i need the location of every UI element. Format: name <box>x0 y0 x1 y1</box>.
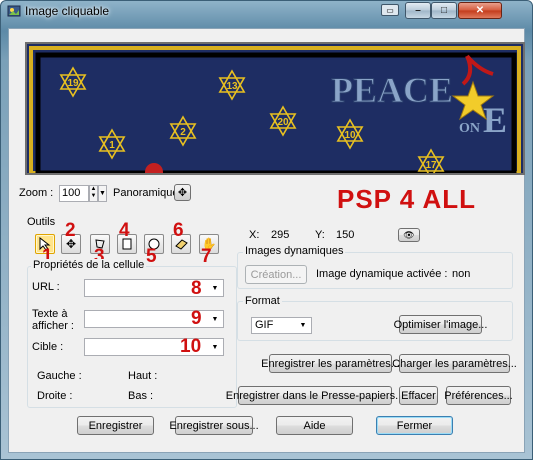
format-title: Format <box>243 295 282 307</box>
target-number: 10 <box>180 336 202 357</box>
image-preview[interactable]: PEACE ON E 19 13 2 20 10 1 17 <box>25 42 525 175</box>
tool-number-7: 7 <box>201 246 212 267</box>
alt-text-label-1: Texte à <box>32 308 68 320</box>
dynamic-active-label: Image dynamique activée : <box>316 268 448 280</box>
y-value: 150 <box>336 229 355 241</box>
help-button[interactable]: Aide <box>276 416 353 435</box>
zoom-spinner[interactable]: ▲ ▼ <box>89 185 98 202</box>
load-params-button[interactable]: Charger les paramètres... <box>392 354 517 373</box>
star-number: 20 <box>277 117 289 128</box>
star-number: 1 <box>109 140 115 151</box>
save-params-button[interactable]: Enregistrer les paramètres... <box>261 354 400 373</box>
y-label: Y: <box>315 229 325 241</box>
cell-properties-title: Propriétés de la cellule <box>31 259 147 271</box>
banner-on: ON <box>459 121 480 136</box>
eye-icon: 👁 <box>403 229 415 240</box>
star-number: 17 <box>425 160 437 171</box>
url-label: URL : <box>32 281 60 293</box>
star-number: 19 <box>67 78 79 89</box>
close-button[interactable]: Fermer <box>376 416 453 435</box>
url-number: 8 <box>191 278 202 299</box>
banner-peace: PEACE <box>331 70 453 110</box>
star-number: 13 <box>226 81 238 92</box>
zoom-label: Zoom : <box>19 187 54 199</box>
star-number: 10 <box>344 130 356 141</box>
target-dropdown-arrow[interactable]: ▼ <box>208 340 222 354</box>
save-as-button[interactable]: Enregistrer sous... <box>169 416 259 435</box>
url-combobox[interactable]: ▼ <box>84 279 224 297</box>
alt-text-number: 9 <box>191 308 202 329</box>
dynamic-active-value: non <box>452 268 471 280</box>
watermark-text: PSP 4 ALL <box>337 184 477 214</box>
format-select[interactable]: GIF ▼ <box>251 317 312 334</box>
clear-button[interactable]: Effacer <box>399 386 438 405</box>
app-icon <box>7 5 21 17</box>
gauche-label: Gauche : <box>37 370 82 382</box>
preferences-button[interactable]: Préférences... <box>444 386 513 405</box>
haut-label: Haut : <box>128 370 158 382</box>
bas-label: Bas : <box>128 390 154 402</box>
minimize-button[interactable]: – <box>405 2 431 19</box>
target-combobox[interactable]: ▼ <box>84 338 224 356</box>
x-value: 295 <box>271 229 290 241</box>
preview-toggle-button[interactable]: 👁 <box>398 228 420 242</box>
tool-number-2: 2 <box>65 220 76 241</box>
app-window: Image cliquable ▭ – □ ✕ PEACE ON E 19 13… <box>0 0 533 460</box>
maximize-button[interactable]: □ <box>431 2 457 19</box>
zoom-dropdown-button[interactable]: ▼ <box>98 185 107 202</box>
optimize-image-button[interactable]: Optimiser l'image... <box>394 315 487 334</box>
close-window-button[interactable]: ✕ <box>458 2 502 19</box>
star-number: 2 <box>180 127 186 138</box>
droite-label: Droite : <box>37 390 73 402</box>
url-dropdown-arrow[interactable]: ▼ <box>208 281 222 295</box>
dialog-body: PEACE ON E 19 13 2 20 10 1 17 Zoom : 100 ▲ ▼ ▼ … <box>8 28 525 453</box>
alt-text-combobox[interactable]: ▼ <box>84 310 224 328</box>
save-clipboard-button[interactable]: Enregistrer dans le Presse-papiers... <box>226 386 404 405</box>
tool-number-4: 4 <box>119 220 130 241</box>
tool-number-6: 6 <box>173 220 184 241</box>
panoramique-label: Panoramique <box>113 187 179 199</box>
zoom-input[interactable]: 100 <box>59 185 89 202</box>
target-label: Cible : <box>32 341 64 353</box>
alt-text-dropdown-arrow[interactable]: ▼ <box>208 312 222 326</box>
format-dropdown-arrow[interactable]: ▼ <box>296 319 310 332</box>
alt-text-label-2: afficher : <box>32 320 74 332</box>
save-button[interactable]: Enregistrer <box>77 416 154 435</box>
dynamic-images-title: Images dynamiques <box>243 245 346 257</box>
creation-button[interactable]: Création... <box>245 265 307 284</box>
x-label: X: <box>249 229 260 241</box>
zoom-value: 100 <box>62 187 81 199</box>
format-selected-value: GIF <box>255 319 274 331</box>
pan-button[interactable]: ✥ <box>174 184 191 201</box>
tool-number-5: 5 <box>146 246 157 267</box>
tools-label: Outils <box>27 216 56 228</box>
window-title: Image cliquable <box>25 4 110 18</box>
context-help-button[interactable]: ▭ <box>381 4 399 16</box>
title-bar: Image cliquable ▭ – □ ✕ <box>1 1 532 21</box>
